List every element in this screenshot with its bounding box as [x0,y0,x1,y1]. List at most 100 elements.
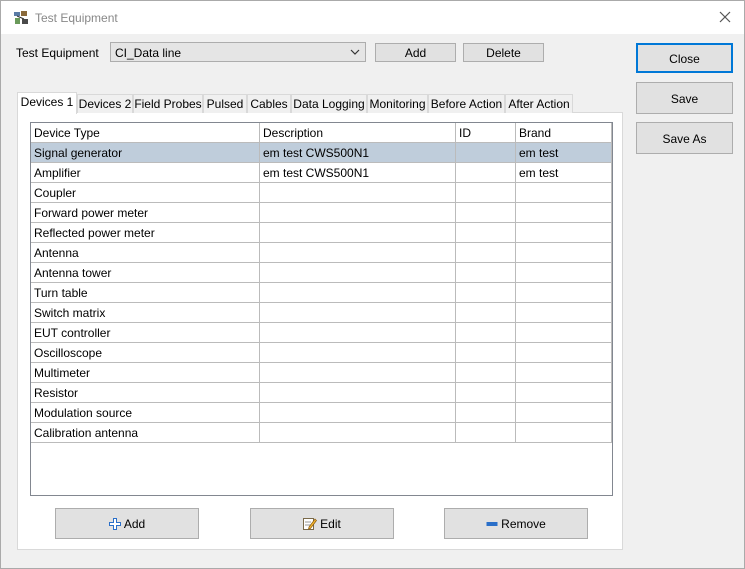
tab-data-logging[interactable]: Data Logging [291,94,367,113]
table-row[interactable]: EUT controller [31,323,612,343]
cell-id[interactable] [456,243,516,263]
cell-device-type[interactable]: Coupler [31,183,260,203]
cell-brand[interactable] [516,183,612,203]
cell-brand[interactable] [516,303,612,323]
cell-brand[interactable] [516,423,612,443]
cell-description[interactable] [260,343,456,363]
cell-device-type[interactable]: Forward power meter [31,203,260,223]
remove-device-button[interactable]: Remove [444,508,588,539]
table-row[interactable]: Multimeter [31,363,612,383]
cell-device-type[interactable]: Calibration antenna [31,423,260,443]
cell-id[interactable] [456,423,516,443]
cell-id[interactable] [456,323,516,343]
cell-brand[interactable]: em test [516,143,612,163]
cell-brand[interactable] [516,323,612,343]
cell-description[interactable] [260,203,456,223]
cell-description[interactable]: em test CWS500N1 [260,163,456,183]
cell-brand[interactable] [516,203,612,223]
table-row[interactable]: Turn table [31,283,612,303]
edit-device-button[interactable]: Edit [250,508,394,539]
cell-id[interactable] [456,343,516,363]
cell-description[interactable] [260,303,456,323]
cell-id[interactable] [456,223,516,243]
table-row[interactable]: Switch matrix [31,303,612,323]
cell-device-type[interactable]: Switch matrix [31,303,260,323]
tab-before-action[interactable]: Before Action [428,94,505,113]
cell-description[interactable] [260,243,456,263]
close-button[interactable]: Close [636,43,733,73]
cell-device-type[interactable]: Amplifier [31,163,260,183]
cell-id[interactable] [456,383,516,403]
cell-brand[interactable] [516,223,612,243]
cell-id[interactable] [456,303,516,323]
cell-description[interactable] [260,223,456,243]
cell-brand[interactable] [516,243,612,263]
cell-brand[interactable] [516,403,612,423]
table-row[interactable]: Signal generator em test CWS500N1 em test [31,143,612,163]
cell-device-type[interactable]: Resistor [31,383,260,403]
table-row[interactable]: Coupler [31,183,612,203]
cell-brand[interactable] [516,363,612,383]
cell-brand[interactable] [516,263,612,283]
table-row[interactable]: Oscilloscope [31,343,612,363]
tab-monitoring[interactable]: Monitoring [367,94,428,113]
table-row[interactable]: Antenna [31,243,612,263]
cell-description[interactable] [260,283,456,303]
cell-id[interactable] [456,183,516,203]
tab-devices-2[interactable]: Devices 2 [77,94,133,113]
cell-id[interactable] [456,203,516,223]
tab-after-action[interactable]: After Action [505,94,573,113]
cell-description[interactable] [260,423,456,443]
cell-brand[interactable] [516,283,612,303]
cell-id[interactable] [456,163,516,183]
cell-description[interactable] [260,183,456,203]
cell-brand[interactable] [516,383,612,403]
cell-device-type[interactable]: Reflected power meter [31,223,260,243]
delete-equipment-button[interactable]: Delete [463,43,544,62]
add-device-button[interactable]: Add [55,508,199,539]
save-button[interactable]: Save [636,82,733,114]
column-header-id[interactable]: ID [456,123,516,143]
cell-device-type[interactable]: Signal generator [31,143,260,163]
cell-brand[interactable] [516,343,612,363]
cell-id[interactable] [456,283,516,303]
close-icon[interactable] [716,8,734,26]
table-row[interactable]: Resistor [31,383,612,403]
save-button-label: Save [670,92,699,106]
table-row[interactable]: Antenna tower [31,263,612,283]
tab-cables[interactable]: Cables [247,94,291,113]
cell-description[interactable] [260,363,456,383]
table-row[interactable]: Calibration antenna [31,423,612,443]
cell-id[interactable] [456,263,516,283]
add-equipment-button[interactable]: Add [375,43,456,62]
cell-description[interactable] [260,263,456,283]
save-as-button[interactable]: Save As [636,122,733,154]
cell-id[interactable] [456,363,516,383]
table-row[interactable]: Reflected power meter [31,223,612,243]
cell-brand[interactable]: em test [516,163,612,183]
table-row[interactable]: Modulation source [31,403,612,423]
cell-device-type[interactable]: Antenna [31,243,260,263]
table-row[interactable]: Amplifier em test CWS500N1 em test [31,163,612,183]
column-header-description[interactable]: Description [260,123,456,143]
cell-device-type[interactable]: Oscilloscope [31,343,260,363]
cell-device-type[interactable]: Modulation source [31,403,260,423]
cell-description[interactable]: em test CWS500N1 [260,143,456,163]
tab-field-probes[interactable]: Field Probes [133,94,203,113]
cell-description[interactable] [260,383,456,403]
tab-pulsed[interactable]: Pulsed [203,94,247,113]
devices-table[interactable]: Device Type Description ID Brand Signal … [30,122,613,496]
column-header-device-type[interactable]: Device Type [31,123,260,143]
cell-id[interactable] [456,143,516,163]
cell-description[interactable] [260,323,456,343]
cell-id[interactable] [456,403,516,423]
cell-device-type[interactable]: EUT controller [31,323,260,343]
cell-description[interactable] [260,403,456,423]
column-header-brand[interactable]: Brand [516,123,612,143]
test-equipment-select[interactable]: CI_Data line [110,42,366,62]
cell-device-type[interactable]: Antenna tower [31,263,260,283]
tab-devices-1[interactable]: Devices 1 [17,92,77,114]
cell-device-type[interactable]: Multimeter [31,363,260,383]
table-row[interactable]: Forward power meter [31,203,612,223]
cell-device-type[interactable]: Turn table [31,283,260,303]
